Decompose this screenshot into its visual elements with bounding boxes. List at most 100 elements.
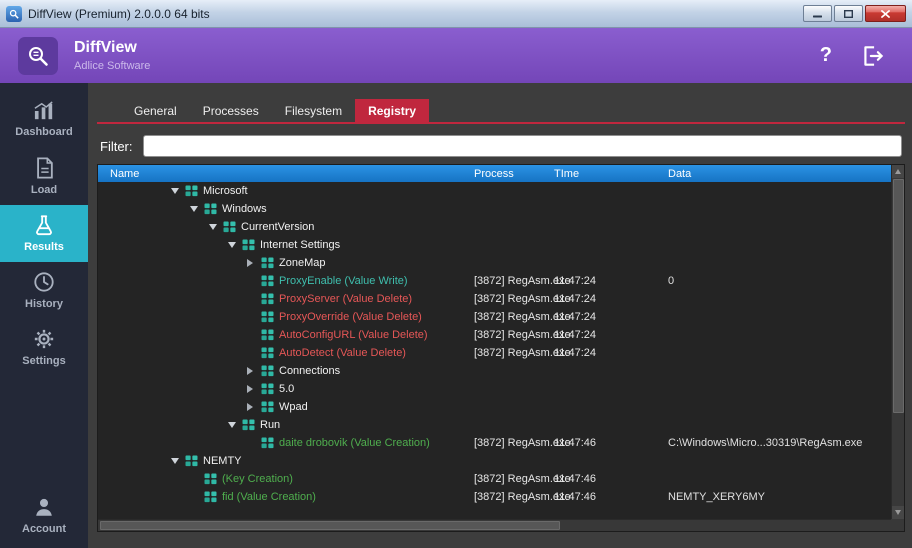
table-row[interactable]: AutoDetect (Value Delete)[3872] RegAsm.e… xyxy=(98,344,891,362)
table-row[interactable]: AutoConfigURL (Value Delete)[3872] RegAs… xyxy=(98,326,891,344)
exit-button[interactable] xyxy=(860,43,886,69)
help-button[interactable]: ? xyxy=(820,44,832,67)
tree-name-cell: (Key Creation) xyxy=(98,470,466,488)
flask-icon xyxy=(33,214,55,236)
tab-general[interactable]: General xyxy=(121,99,190,122)
document-icon xyxy=(35,157,54,179)
tab-filesystem[interactable]: Filesystem xyxy=(272,99,355,122)
tree-name-cell: Windows xyxy=(98,200,466,218)
tree-node-label: Windows xyxy=(222,203,267,215)
app-header: DiffView Adlice Software ? xyxy=(0,28,912,83)
filter-row: Filter: xyxy=(100,134,902,158)
table-row[interactable]: Internet Settings xyxy=(98,236,891,254)
tree-node-label: ProxyServer (Value Delete) xyxy=(279,293,412,305)
expander-right-icon[interactable] xyxy=(247,367,261,375)
tree-node-label: CurrentVersion xyxy=(241,221,314,233)
expander-right-icon[interactable] xyxy=(247,259,261,267)
process-cell: [3872] RegAsm.exe xyxy=(466,329,552,341)
sidebar-item-results[interactable]: Results xyxy=(0,205,88,262)
expander-down-icon[interactable] xyxy=(190,206,204,212)
sidebar-item-label: Load xyxy=(31,184,57,196)
sidebar-item-dashboard[interactable]: Dashboard xyxy=(0,91,88,148)
vertical-scrollbar[interactable] xyxy=(891,165,904,519)
filter-label: Filter: xyxy=(100,139,133,154)
table-row[interactable]: ZoneMap xyxy=(98,254,891,272)
sidebar-item-label: History xyxy=(25,298,63,310)
table-row[interactable]: CurrentVersion xyxy=(98,218,891,236)
scroll-down-button[interactable] xyxy=(892,506,904,519)
expander-down-icon[interactable] xyxy=(228,242,242,248)
table-row[interactable]: daite drobovik (Value Creation)[3872] Re… xyxy=(98,434,891,452)
app-logo xyxy=(18,37,58,75)
table-row[interactable]: 5.0 xyxy=(98,380,891,398)
expander-right-icon[interactable] xyxy=(247,403,261,411)
table-row[interactable]: ProxyOverride (Value Delete)[3872] RegAs… xyxy=(98,308,891,326)
sidebar-item-label: Results xyxy=(24,241,64,253)
column-header-time[interactable]: TIme xyxy=(552,168,664,180)
registry-key-icon xyxy=(261,401,274,413)
table-row[interactable]: fid (Value Creation)[3872] RegAsm.exe11:… xyxy=(98,488,891,506)
titlebar[interactable]: DiffView (Premium) 2.0.0.0 64 bits xyxy=(0,0,912,28)
maximize-button[interactable] xyxy=(834,5,863,22)
tree-name-cell: Internet Settings xyxy=(98,236,466,254)
scroll-up-button[interactable] xyxy=(892,165,904,178)
expander-down-icon[interactable] xyxy=(171,188,185,194)
time-cell: 11:47:24 xyxy=(552,293,664,305)
tree-name-cell: Wpad xyxy=(98,398,466,416)
table-row[interactable]: ProxyEnable (Value Write)[3872] RegAsm.e… xyxy=(98,272,891,290)
registry-key-icon xyxy=(204,473,217,485)
sidebar-item-label: Settings xyxy=(22,355,65,367)
table-row[interactable]: Wpad xyxy=(98,398,891,416)
registry-key-icon xyxy=(261,275,274,287)
tree-indent xyxy=(98,443,247,444)
table-row[interactable]: Windows xyxy=(98,200,891,218)
tree-indent xyxy=(98,497,190,498)
sidebar-item-account[interactable]: Account xyxy=(0,487,88,544)
expander-down-icon[interactable] xyxy=(228,422,242,428)
tree-node-label: Run xyxy=(260,419,280,431)
registry-key-icon xyxy=(261,311,274,323)
registry-key-icon xyxy=(261,437,274,449)
sidebar-item-load[interactable]: Load xyxy=(0,148,88,205)
sidebar-bottom: Account xyxy=(0,487,88,544)
data-cell: NEMTY_XERY6MY xyxy=(664,491,891,503)
process-cell: [3872] RegAsm.exe xyxy=(466,491,552,503)
tree-name-cell: AutoConfigURL (Value Delete) xyxy=(98,326,466,344)
minimize-button[interactable] xyxy=(803,5,832,22)
tree-node-label: NEMTY xyxy=(203,455,242,467)
time-cell: 11:47:24 xyxy=(552,347,664,359)
registry-key-icon xyxy=(261,257,274,269)
tree-name-cell: ProxyServer (Value Delete) xyxy=(98,290,466,308)
tree-name-cell: daite drobovik (Value Creation) xyxy=(98,434,466,452)
tree-node-label: 5.0 xyxy=(279,383,294,395)
registry-key-icon xyxy=(185,455,198,467)
tree-name-cell: Connections xyxy=(98,362,466,380)
sidebar-item-settings[interactable]: Settings xyxy=(0,319,88,376)
expander-down-icon[interactable] xyxy=(171,458,185,464)
filter-input[interactable] xyxy=(143,135,903,157)
table-row[interactable]: Connections xyxy=(98,362,891,380)
app-icon xyxy=(6,6,22,22)
table-row[interactable]: NEMTY xyxy=(98,452,891,470)
expander-right-icon[interactable] xyxy=(247,385,261,393)
table-row[interactable]: ProxyServer (Value Delete)[3872] RegAsm.… xyxy=(98,290,891,308)
gear-icon xyxy=(33,328,55,350)
table-row[interactable]: Run xyxy=(98,416,891,434)
vertical-scroll-thumb[interactable] xyxy=(893,179,904,413)
horizontal-scroll-thumb[interactable] xyxy=(100,521,560,530)
tab-registry[interactable]: Registry xyxy=(355,99,429,122)
registry-key-icon xyxy=(261,383,274,395)
column-header-process[interactable]: Process xyxy=(466,168,552,180)
sidebar-item-history[interactable]: History xyxy=(0,262,88,319)
table-row[interactable]: Microsoft xyxy=(98,182,891,200)
sidebar: Dashboard Load Results History Settings Acco… xyxy=(0,83,88,548)
tab-processes[interactable]: Processes xyxy=(190,99,272,122)
close-button[interactable] xyxy=(865,5,906,22)
expander-down-icon[interactable] xyxy=(209,224,223,230)
column-header-data[interactable]: Data xyxy=(664,168,891,180)
table-row[interactable]: (Key Creation)[3872] RegAsm.exe11:47:46 xyxy=(98,470,891,488)
column-header-name[interactable]: Name xyxy=(98,168,466,180)
exit-icon xyxy=(860,43,886,69)
time-cell: 11:47:46 xyxy=(552,473,664,485)
horizontal-scrollbar[interactable] xyxy=(98,519,891,531)
